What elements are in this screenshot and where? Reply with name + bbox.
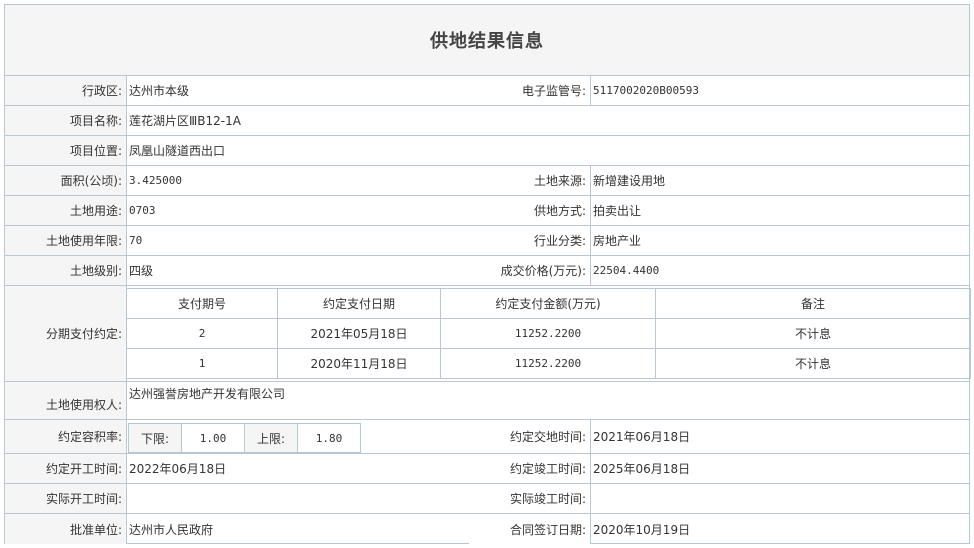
row-installments: 分期支付约定: 支付期号 约定支付日期 约定支付金额(万元) 备注 2 2021… bbox=[5, 286, 971, 382]
supervision-label: 电子监管号: bbox=[369, 76, 590, 105]
row-project-location: 项目位置: 凤凰山隧道西出口 bbox=[5, 136, 969, 166]
row-actual-schedule: 实际开工时间: 实际竣工时间: bbox=[5, 484, 969, 514]
district-value: 达州市本级 bbox=[129, 84, 190, 98]
handover-value: 2021年06月18日 bbox=[593, 430, 691, 444]
header-pay-amount: 约定支付金额(万元) bbox=[440, 288, 656, 319]
far-lower-value: 1.00 bbox=[181, 423, 245, 453]
row-land-use: 土地用途: 0703 供地方式: 拍卖出让 bbox=[5, 196, 969, 226]
installment-header-row: 支付期号 约定支付日期 约定支付金额(万元) 备注 bbox=[126, 288, 971, 319]
pay-amount-cell: 11252.2200 bbox=[440, 348, 656, 379]
land-user-label: 土地使用权人: bbox=[5, 382, 126, 419]
row-project-name: 项目名称: 莲花湖片区ⅢB12-1A bbox=[5, 106, 969, 136]
deal-price-label: 成交价格(万元): bbox=[469, 256, 590, 285]
row-district: 行政区: 达州市本级 电子监管号: 5117002020B00593 bbox=[5, 76, 969, 106]
pay-date-cell: 2021年05月18日 bbox=[277, 318, 441, 349]
table-row: 1 2020年11月18日 11252.2200 不计息 bbox=[126, 348, 971, 379]
project-location-value: 凤凰山隧道西出口 bbox=[129, 144, 226, 158]
project-location-label: 项目位置: bbox=[5, 136, 126, 165]
far-upper-label: 上限: bbox=[244, 423, 298, 453]
start-label: 约定开工时间: bbox=[5, 454, 126, 483]
title-bar: 供地结果信息 bbox=[5, 5, 969, 76]
note-cell: 不计息 bbox=[655, 348, 971, 379]
supply-method-value: 拍卖出让 bbox=[593, 204, 642, 218]
table-row: 2 2021年05月18日 11252.2200 不计息 bbox=[126, 318, 971, 349]
deal-price-value: 22504.4400 bbox=[593, 264, 660, 277]
land-user-value: 达州强誉房地产开发有限公司 bbox=[129, 387, 286, 401]
project-name-value: 莲花湖片区ⅢB12-1A bbox=[129, 114, 241, 128]
approval-label: 批准单位: bbox=[5, 514, 126, 544]
far-lower-label: 下限: bbox=[128, 423, 182, 453]
actual-finish-label: 实际竣工时间: bbox=[469, 484, 590, 513]
district-label: 行政区: bbox=[5, 76, 126, 105]
header-period-no: 支付期号 bbox=[126, 288, 278, 319]
header-note: 备注 bbox=[655, 288, 971, 319]
land-use-value: 0703 bbox=[129, 204, 156, 217]
header-pay-date: 约定支付日期 bbox=[277, 288, 441, 319]
use-years-label: 土地使用年限: bbox=[5, 226, 126, 255]
project-name-label: 项目名称: bbox=[5, 106, 126, 135]
actual-finish-value bbox=[590, 484, 969, 513]
land-source-label: 土地来源: bbox=[469, 166, 590, 195]
land-use-label: 土地用途: bbox=[5, 196, 126, 225]
row-land-grade: 土地级别: 四级 成交价格(万元): 22504.4400 bbox=[5, 256, 969, 286]
row-use-years: 土地使用年限: 70 行业分类: 房地产业 bbox=[5, 226, 969, 256]
far-range-box: 下限: 1.00 上限: 1.80 bbox=[128, 423, 361, 453]
industry-value: 房地产业 bbox=[593, 234, 642, 248]
installment-table: 支付期号 约定支付日期 约定支付金额(万元) 备注 2 2021年05月18日 … bbox=[126, 288, 971, 379]
finish-label: 约定竣工时间: bbox=[469, 454, 590, 483]
row-far: 约定容积率: 下限: 1.00 上限: 1.80 约定交地时间: 2021年06… bbox=[5, 420, 969, 454]
row-land-user: 土地使用权人: 达州强誉房地产开发有限公司 bbox=[5, 382, 969, 420]
start-value: 2022年06月18日 bbox=[129, 462, 227, 476]
approval-value: 达州市人民政府 bbox=[129, 522, 214, 537]
use-years-value: 70 bbox=[129, 234, 143, 247]
pay-date-cell: 2020年11月18日 bbox=[277, 348, 441, 379]
pay-amount-cell: 11252.2200 bbox=[440, 318, 656, 349]
period-no-cell: 1 bbox=[126, 348, 278, 379]
actual-start-label: 实际开工时间: bbox=[5, 484, 126, 513]
page-title: 供地结果信息 bbox=[430, 31, 544, 52]
period-no-cell: 2 bbox=[126, 318, 278, 349]
row-area: 面积(公顷): 3.425000 土地来源: 新增建设用地 bbox=[5, 166, 969, 196]
finish-value: 2025年06月18日 bbox=[593, 462, 691, 476]
row-approval: 批准单位: 达州市人民政府 合同签订日期: 2020年10月19日 bbox=[5, 514, 969, 544]
contract-date-label: 合同签订日期: bbox=[469, 514, 590, 544]
row-schedule: 约定开工时间: 2022年06月18日 约定竣工时间: 2025年06月18日 bbox=[5, 454, 969, 484]
far-upper-value: 1.80 bbox=[297, 423, 361, 453]
land-source-value: 新增建设用地 bbox=[593, 174, 666, 188]
land-grade-label: 土地级别: bbox=[5, 256, 126, 285]
area-label: 面积(公顷): bbox=[5, 166, 126, 195]
supply-method-label: 供地方式: bbox=[469, 196, 590, 225]
note-cell: 不计息 bbox=[655, 318, 971, 349]
contract-date-value: 2020年10月19日 bbox=[593, 522, 691, 537]
actual-start-value bbox=[126, 484, 469, 513]
land-grade-value: 四级 bbox=[129, 264, 154, 278]
land-supply-result-panel: 供地结果信息 行政区: 达州市本级 电子监管号: 5117002020B0059… bbox=[4, 4, 971, 544]
far-label: 约定容积率: bbox=[5, 420, 126, 453]
handover-label: 约定交地时间: bbox=[469, 420, 590, 453]
supervision-value: 5117002020B00593 bbox=[593, 84, 699, 97]
installment-label: 分期支付约定: bbox=[5, 286, 126, 381]
industry-label: 行业分类: bbox=[469, 226, 590, 255]
